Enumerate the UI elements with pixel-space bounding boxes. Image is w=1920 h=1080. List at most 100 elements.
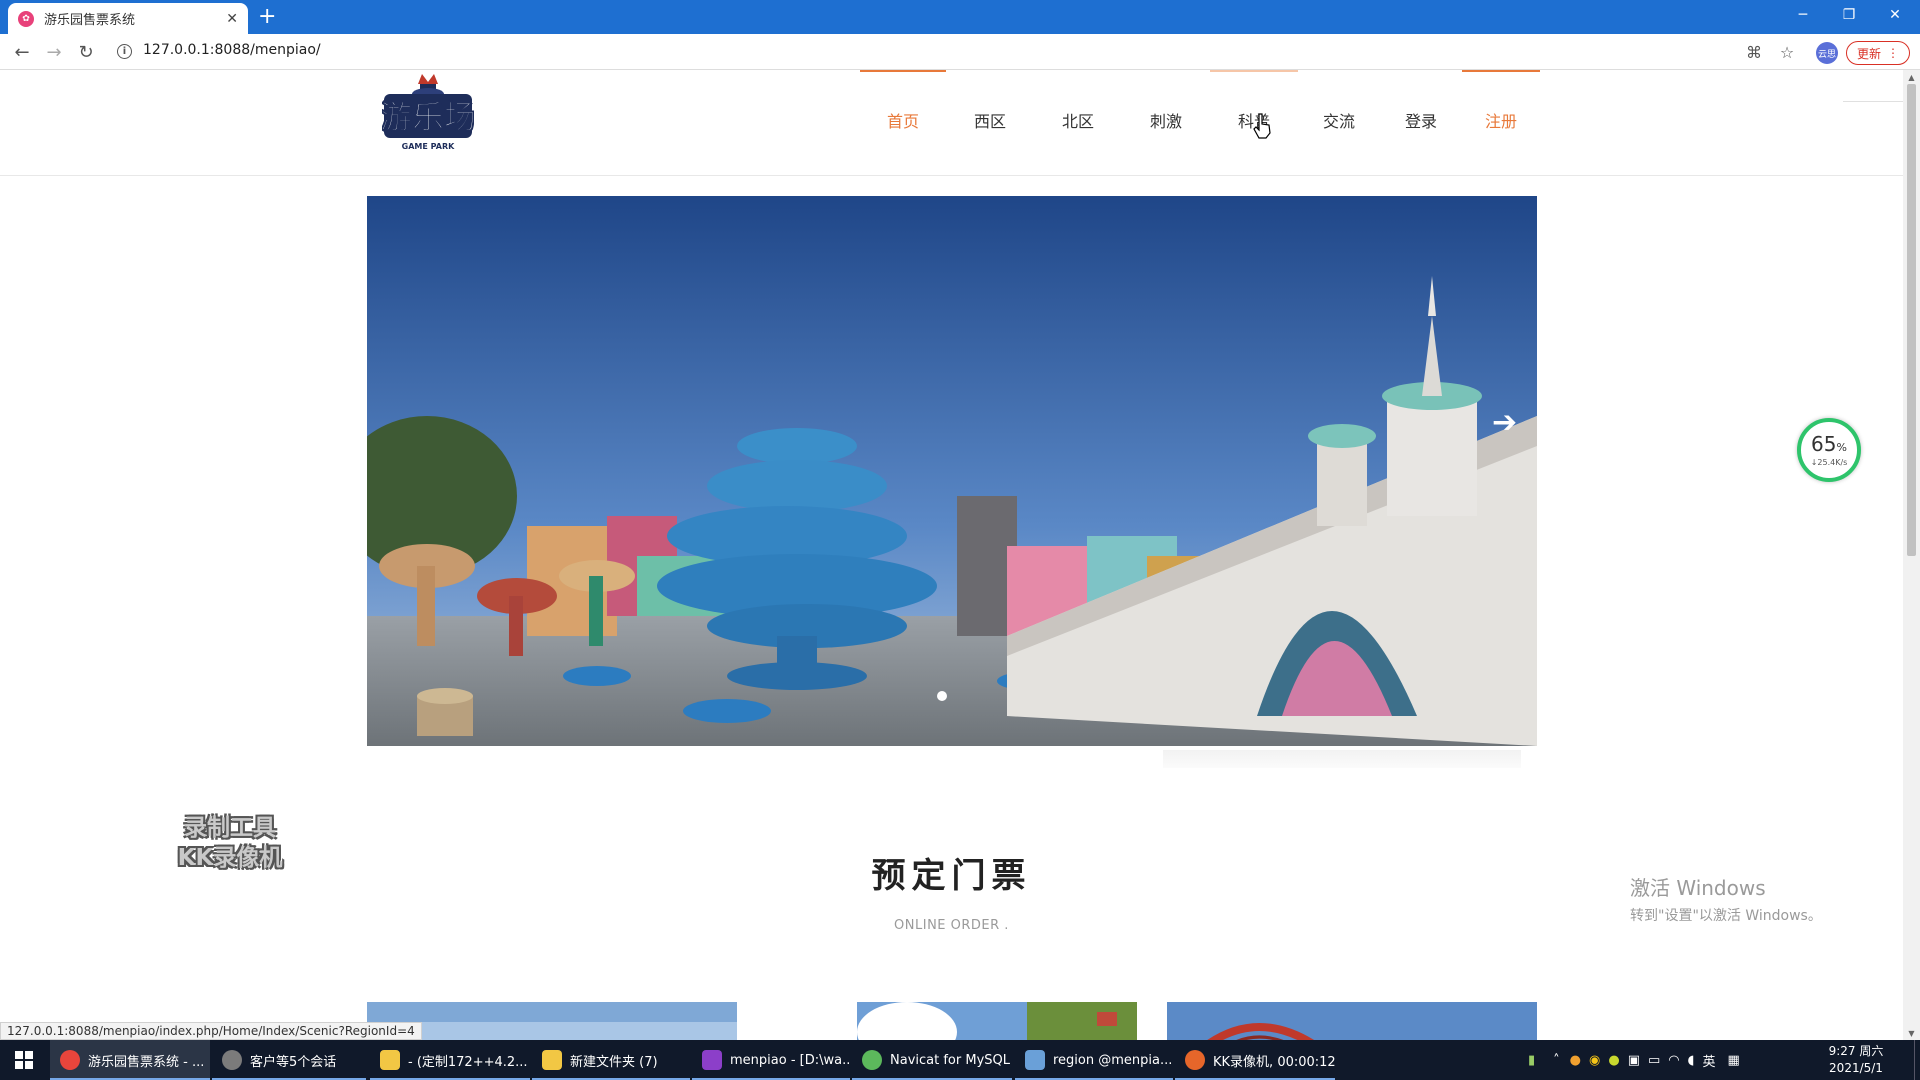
update-button[interactable]: 更新 ⋮: [1846, 41, 1910, 65]
address-bar[interactable]: 127.0.0.1:8088/menpiao/: [143, 42, 321, 58]
nav-item-label: 交流: [1322, 112, 1355, 131]
scroll-down-icon[interactable]: ▼: [1903, 1026, 1920, 1040]
activate-subtitle: 转到"设置"以激活 Windows。: [1630, 908, 1822, 924]
volume-icon[interactable]: ◖: [1688, 1053, 1695, 1068]
tray-app2-icon[interactable]: ●: [1608, 1053, 1619, 1068]
profile-avatar[interactable]: 云思: [1816, 42, 1838, 64]
folder-icon: [542, 1050, 562, 1070]
page-viewport: 游乐场 GAME PARK 首页 西区 北区 刺激 科普 交流 登录 注册 ➔ …: [0, 70, 1903, 1040]
site-info-icon[interactable]: i: [117, 44, 132, 59]
tab-close-icon[interactable]: ✕: [226, 11, 238, 27]
taskbar-item-label: 新建文件夹 (7): [570, 1054, 658, 1070]
scrollbar-thumb[interactable]: [1907, 84, 1916, 556]
network-speed-widget[interactable]: 65% ↓25.4K/s: [1797, 418, 1861, 482]
ticket-card-image: [767, 1002, 1137, 1040]
phpstorm-icon: [702, 1050, 722, 1070]
battery-icon[interactable]: ▮: [1528, 1053, 1535, 1068]
show-desktop-button[interactable]: [1914, 1040, 1920, 1080]
ticket-card-image: [367, 1002, 737, 1040]
clock-time: 9:27 周六: [1828, 1044, 1884, 1058]
ticket-card-1[interactable]: [367, 1002, 737, 1040]
speed-percent: 65%: [1811, 431, 1847, 456]
svg-text:➔: ➔: [1492, 405, 1517, 440]
taskbar-item-label: region @menpia...: [1053, 1052, 1173, 1068]
browser-tab-active[interactable]: ✿ 游乐园售票系统 ✕: [8, 3, 248, 34]
nav-active-bar: [860, 70, 946, 72]
window-close-icon[interactable]: ✕: [1872, 0, 1918, 30]
hand-cursor-icon: [1253, 113, 1271, 139]
ime-indicator[interactable]: 英: [1702, 1051, 1715, 1070]
nav-item-label: 注册: [1484, 112, 1517, 131]
game-park-logo[interactable]: 游乐场 GAME PARK: [382, 72, 474, 154]
restore-icon[interactable]: ❐: [1826, 0, 1872, 30]
taskbar-item-5[interactable]: Navicat for MySQL: [852, 1040, 1012, 1080]
taskbar-item-2[interactable]: - (定制172++4.2...: [370, 1040, 530, 1080]
ime-grid-icon[interactable]: ▦: [1728, 1053, 1740, 1068]
main-nav: 首页 西区 北区 刺激 科普 交流 登录 注册: [860, 70, 1540, 170]
ticket-card-2[interactable]: [767, 1002, 1137, 1040]
nav-item-0[interactable]: 首页: [860, 70, 946, 170]
taskbar-item-6[interactable]: region @menpia...: [1015, 1040, 1173, 1080]
display-icon[interactable]: ▣: [1628, 1053, 1640, 1068]
windows-start-button[interactable]: [0, 1040, 48, 1080]
translate-icon[interactable]: ⌘: [1743, 42, 1765, 62]
nav-item-6[interactable]: 登录: [1380, 70, 1462, 170]
nav-item-label: 西区: [973, 112, 1006, 131]
taskbar-item-7[interactable]: KK录像机, 00:00:12: [1175, 1040, 1335, 1080]
site-header: 游乐场 GAME PARK 首页 西区 北区 刺激 科普 交流 登录 注册: [0, 70, 1903, 176]
header-divider: [1843, 101, 1903, 102]
forward-icon[interactable]: →: [42, 40, 66, 64]
new-tab-icon[interactable]: +: [258, 4, 276, 30]
taskbar-item-label: 客户等5个会话: [250, 1054, 337, 1070]
taskbar-clock[interactable]: 9:27 周六 2021/5/1: [1828, 1043, 1884, 1077]
minimize-icon[interactable]: ─: [1780, 0, 1826, 30]
ticket-card-3[interactable]: [1167, 1002, 1537, 1040]
hero-carousel[interactable]: ➔: [367, 196, 1537, 746]
tray-app-icon[interactable]: ●: [1570, 1053, 1581, 1068]
ticket-card-image: [1167, 1002, 1537, 1040]
back-icon[interactable]: ←: [10, 40, 34, 64]
kk-recorder-icon: [1185, 1050, 1205, 1070]
windows-taskbar: 游乐园售票系统 - ... 客户等5个会话 - (定制172++4.2... 新建文件…: [0, 1040, 1920, 1080]
browser-tab-bar: ✿ 游乐园售票系统 ✕ + ─ ❐ ✕: [0, 0, 1920, 34]
qq-icon[interactable]: ◉: [1589, 1053, 1600, 1068]
page-scrollbar[interactable]: ▲ ▼: [1903, 70, 1920, 1040]
bookmark-star-icon[interactable]: ☆: [1776, 42, 1798, 62]
tray-expand-icon[interactable]: ˄: [1553, 1053, 1560, 1068]
taskbar-item-3[interactable]: 新建文件夹 (7): [532, 1040, 690, 1080]
table-icon: [1025, 1050, 1045, 1070]
windows-logo-icon: [15, 1051, 33, 1069]
taskbar-item-label: KK录像机, 00:00:12: [1213, 1054, 1335, 1070]
nav-item-2[interactable]: 北区: [1034, 70, 1122, 170]
reload-icon[interactable]: ↻: [74, 40, 98, 64]
taskbar-item-4[interactable]: menpiao - [D:\wa...: [692, 1040, 850, 1080]
banner-shadow: [1163, 750, 1521, 768]
recorder-watermark: 录制工具 KK录像机: [160, 813, 300, 873]
update-label: 更新: [1856, 46, 1881, 61]
keyboard-icon[interactable]: ▭: [1648, 1053, 1660, 1068]
nav-item-label: 北区: [1061, 112, 1094, 131]
taskbar-item-label: - (定制172++4.2...: [408, 1054, 528, 1070]
carousel-dot[interactable]: [937, 691, 947, 701]
link-status-bar: 127.0.0.1:8088/menpiao/index.php/Home/In…: [0, 1022, 422, 1040]
watermark-line-2: KK录像机: [177, 845, 283, 871]
menu-dots-icon: ⋮: [1887, 46, 1899, 60]
clock-date: 2021/5/1: [1829, 1061, 1883, 1075]
nav-item-label: 刺激: [1149, 112, 1182, 131]
ticket-favicon-icon: ✿: [18, 10, 34, 27]
scroll-up-icon[interactable]: ▲: [1903, 70, 1920, 84]
carousel-next-arrow-icon[interactable]: ➔: [1492, 405, 1517, 440]
taskbar-item-label: menpiao - [D:\wa...: [730, 1052, 850, 1068]
watermark-line-1: 录制工具: [184, 815, 276, 841]
carousel-slide-image: ➔: [367, 196, 1537, 746]
speed-rate: ↓25.4K/s: [1810, 457, 1848, 467]
nav-item-3[interactable]: 刺激: [1122, 70, 1210, 170]
taskbar-item-0[interactable]: 游乐园售票系统 - ...: [50, 1040, 210, 1080]
taskbar-item-1[interactable]: 客户等5个会话: [212, 1040, 366, 1080]
nav-item-5[interactable]: 交流: [1298, 70, 1380, 170]
wifi-icon[interactable]: ◠: [1668, 1053, 1679, 1068]
folder-icon: [380, 1050, 400, 1070]
nav-item-7[interactable]: 注册: [1462, 70, 1540, 170]
nav-item-1[interactable]: 西区: [946, 70, 1034, 170]
tab-title: 游乐园售票系统: [44, 13, 136, 28]
